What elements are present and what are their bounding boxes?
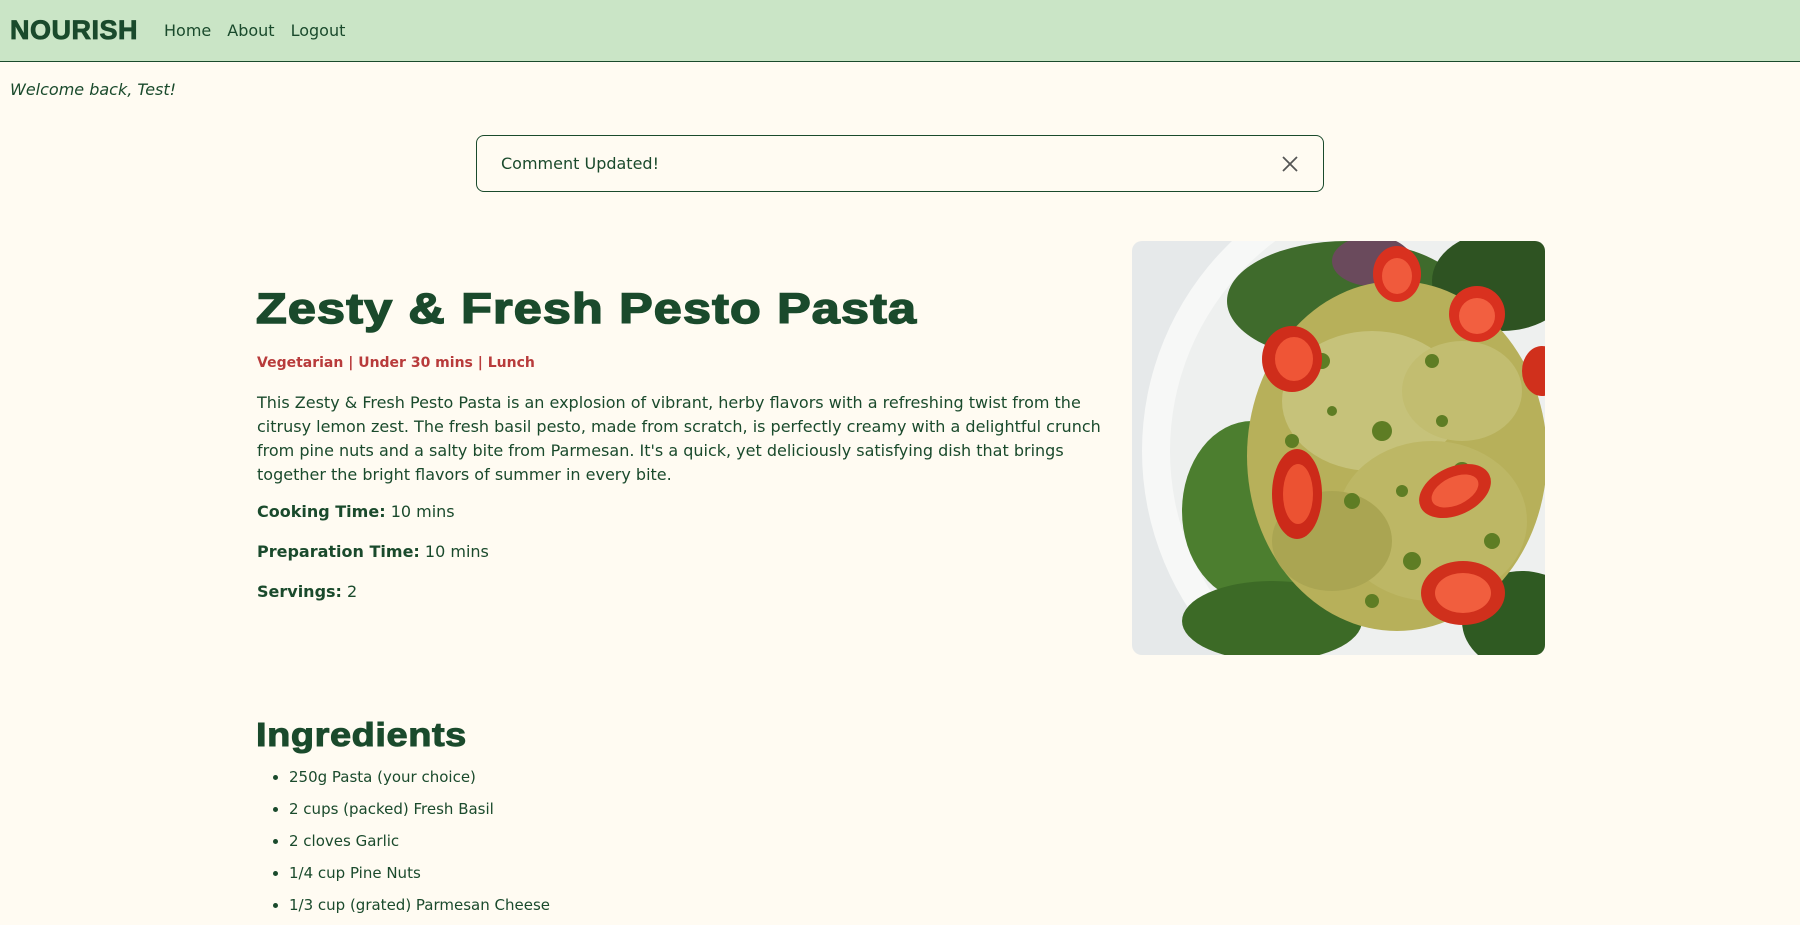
brand-logo[interactable]: NOURISH [10, 15, 138, 46]
cooking-time-label: Cooking Time: [257, 502, 386, 521]
ingredient-item: 2 cups (packed) Fresh Basil [289, 797, 550, 829]
servings-label: Servings: [257, 582, 342, 601]
close-icon[interactable] [1279, 153, 1301, 175]
recipe-description: This Zesty & Fresh Pesto Pasta is an exp… [257, 393, 1101, 484]
welcome-message: Welcome back, Test! [10, 80, 177, 99]
recipe-tags: Vegetarian | Under 30 mins | Lunch [257, 355, 535, 371]
prep-time-label: Preparation Time: [257, 542, 420, 561]
alert-message: Comment Updated! [501, 154, 659, 173]
ingredient-item: 1/3 cup (grated) Parmesan Cheese [289, 893, 550, 925]
nav-link-home[interactable]: Home [164, 21, 211, 40]
cooking-time-value: 10 mins [390, 502, 455, 521]
ingredient-item: 1/4 cup Pine Nuts [289, 861, 550, 893]
servings-value: 2 [347, 582, 358, 601]
nav-links: Home About Logout [164, 21, 345, 40]
cooking-time: Cooking Time: 10 mins [257, 502, 455, 521]
ingredients-heading: Ingredients [255, 716, 467, 754]
recipe-title: Zesty & Fresh Pesto Pasta [255, 284, 918, 334]
alert-banner: Comment Updated! [476, 135, 1324, 192]
navbar: NOURISH Home About Logout [0, 0, 1800, 62]
servings: Servings: 2 [257, 582, 357, 601]
ingredient-item: 250g Pasta (your choice) [289, 765, 550, 797]
ingredient-item: 2 cloves Garlic [289, 829, 550, 861]
prep-time-value: 10 mins [424, 542, 489, 561]
preparation-time: Preparation Time: 10 mins [257, 542, 489, 561]
ingredient-list: 250g Pasta (your choice) 2 cups (packed)… [257, 765, 550, 925]
nav-link-logout[interactable]: Logout [291, 21, 346, 40]
recipe-photo [1132, 241, 1545, 655]
nav-link-about[interactable]: About [227, 21, 274, 40]
